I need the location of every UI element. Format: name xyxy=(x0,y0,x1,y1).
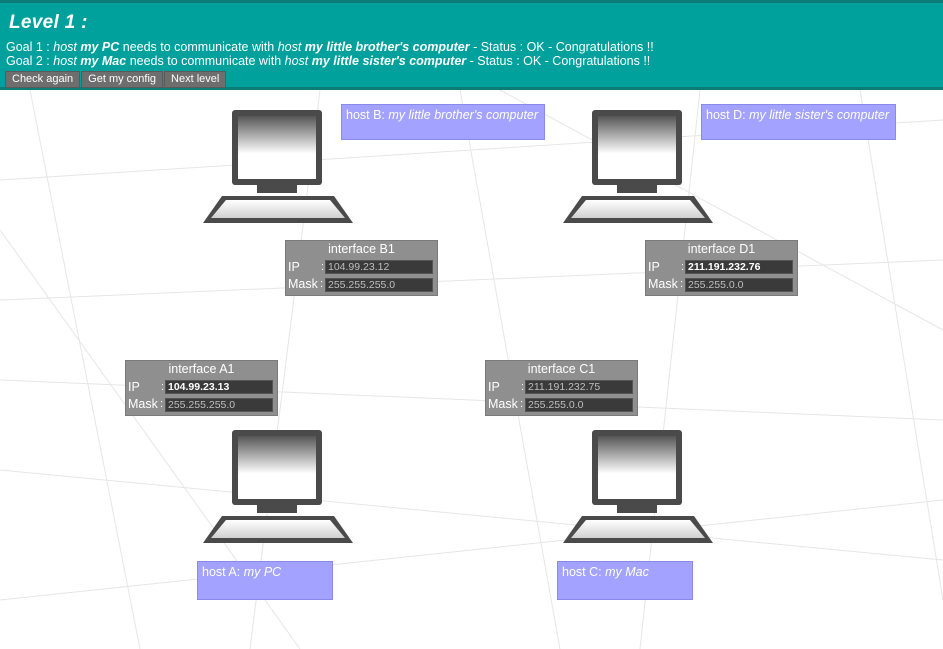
check-again-button[interactable]: Check again xyxy=(5,71,81,88)
ip-colon: : xyxy=(321,261,325,273)
mask-label: Mask xyxy=(288,277,318,291)
goal-2-host-word-2: host xyxy=(284,54,312,68)
interface-c1-ip-field[interactable]: 211.191.232.75 xyxy=(525,380,633,394)
goal-2-host1: my Mac xyxy=(80,54,127,68)
level-title: Level 1 : xyxy=(9,12,88,33)
host-a-prefix: host A: xyxy=(202,565,244,579)
ip-label: IP xyxy=(648,260,660,274)
interface-d1-panel: interface D1 IP: 211.191.232.76 Mask: 25… xyxy=(645,240,798,296)
interface-a1-title: interface A1 xyxy=(168,362,235,376)
ip-label: IP xyxy=(128,380,140,394)
host-label-d[interactable]: host D: my little sister's computer xyxy=(701,104,896,140)
goal-1-host-word: host xyxy=(53,40,81,54)
interface-d1-mask-field[interactable]: 255.255.0.0 xyxy=(685,278,793,292)
host-label-c[interactable]: host C: my Mac xyxy=(557,561,693,600)
get-config-button[interactable]: Get my config xyxy=(81,71,164,88)
action-buttons: Check again Get my config Next level xyxy=(5,69,227,88)
host-label-b[interactable]: host B: my little brother's computer xyxy=(341,104,545,140)
mask-label: Mask xyxy=(648,277,678,291)
goal-1-host2: my little brother's computer xyxy=(304,40,470,54)
computer-icon-host-c[interactable] xyxy=(562,428,714,543)
host-b-prefix: host B: xyxy=(346,108,389,122)
interface-b1-panel: interface B1 IP: 104.99.23.12 Mask: 255.… xyxy=(285,240,438,296)
goal-1: Goal 1 : host my PC needs to communicate… xyxy=(6,40,654,54)
goal-1-status: - Status : OK - Congratulations !! xyxy=(469,40,654,54)
computer-icon-host-d[interactable] xyxy=(562,108,714,223)
interface-c1-title: interface C1 xyxy=(527,362,596,376)
interface-b1-title: interface B1 xyxy=(328,242,395,256)
host-c-prefix: host C: xyxy=(562,565,606,579)
mask-label: Mask xyxy=(128,397,158,411)
host-label-a[interactable]: host A: my PC xyxy=(197,561,333,600)
computer-icon-host-b[interactable] xyxy=(202,108,354,223)
next-level-button[interactable]: Next level xyxy=(164,71,227,88)
host-c-name: my Mac xyxy=(605,565,649,579)
mask-colon: : xyxy=(160,398,164,410)
interface-b1-mask-field[interactable]: 255.255.255.0 xyxy=(325,278,433,292)
ip-colon: : xyxy=(521,381,525,393)
goal-1-mid: needs to communicate with xyxy=(119,40,278,54)
interface-d1-title: interface D1 xyxy=(687,242,756,256)
interface-a1-panel: interface A1 IP: 104.99.23.13 Mask: 255.… xyxy=(125,360,278,416)
ip-label: IP xyxy=(488,380,500,394)
goal-2-host2: my little sister's computer xyxy=(311,54,467,68)
mask-colon: : xyxy=(320,278,324,290)
interface-a1-mask-field[interactable]: 255.255.255.0 xyxy=(165,398,273,412)
goal-1-prefix: Goal 1 : xyxy=(6,40,54,54)
mask-colon: : xyxy=(680,278,684,290)
ip-label: IP xyxy=(288,260,300,274)
host-b-name: my little brother's computer xyxy=(388,108,539,122)
host-a-name: my PC xyxy=(243,565,282,579)
interface-c1-panel: interface C1 IP: 211.191.232.75 Mask: 25… xyxy=(485,360,638,416)
computer-icon-host-a[interactable] xyxy=(202,428,354,543)
ip-colon: : xyxy=(161,381,165,393)
goal-2-mid: needs to communicate with xyxy=(126,54,285,68)
goal-2-prefix: Goal 2 : xyxy=(6,54,54,68)
goal-2-status: - Status : OK - Congratulations !! xyxy=(466,54,651,68)
goal-1-host-word-2: host xyxy=(277,40,305,54)
mask-label: Mask xyxy=(488,397,518,411)
mask-colon: : xyxy=(520,398,524,410)
level-header: Level 1 : Goal 1 : host my PC needs to c… xyxy=(0,0,943,90)
goal-2-host-word: host xyxy=(53,54,81,68)
goal-2: Goal 2 : host my Mac needs to communicat… xyxy=(6,54,650,68)
interface-c1-mask-field[interactable]: 255.255.0.0 xyxy=(525,398,633,412)
background-lines xyxy=(0,89,943,649)
interface-d1-ip-field[interactable]: 211.191.232.76 xyxy=(685,260,793,274)
interface-a1-ip-field[interactable]: 104.99.23.13 xyxy=(165,380,273,394)
host-d-prefix: host D: xyxy=(706,108,750,122)
host-d-name: my little sister's computer xyxy=(749,108,889,122)
goal-1-host1: my PC xyxy=(80,40,120,54)
interface-b1-ip-field[interactable]: 104.99.23.12 xyxy=(325,260,433,274)
ip-colon: : xyxy=(681,261,685,273)
